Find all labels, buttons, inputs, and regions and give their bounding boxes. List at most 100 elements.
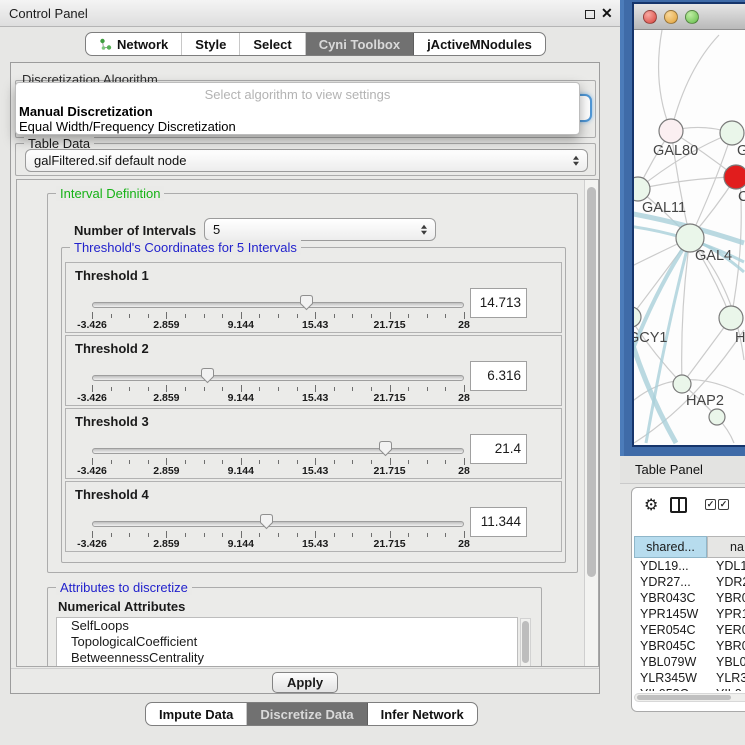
table-row[interactable]: YIL052CYIL0 xyxy=(632,686,745,691)
scale-label: 21.715 xyxy=(374,538,406,550)
list-item-topologicalcoefficient[interactable]: TopologicalCoefficient xyxy=(57,634,517,650)
number-of-intervals-combobox[interactable]: 5 xyxy=(204,218,436,241)
table-row[interactable]: YDR27...YDR2 xyxy=(632,574,745,590)
cell-name: YBL0 xyxy=(708,654,745,670)
threshold-label: Threshold 2 xyxy=(75,341,149,356)
scale-label: 15.43 xyxy=(302,465,328,477)
slider-thumb-icon[interactable] xyxy=(299,294,314,311)
network-view-canvas[interactable]: GAL80GACGAL11GAL4GCY1HHAP2 xyxy=(634,30,745,445)
tab-select[interactable]: Select xyxy=(240,33,305,55)
network-edge[interactable] xyxy=(638,177,736,189)
table-row[interactable]: YBR045CYBR0 xyxy=(632,638,745,654)
tab-jactivemnodules[interactable]: jActiveMNodules xyxy=(414,33,545,55)
table-row[interactable]: YBR043CYBR0 xyxy=(632,590,745,606)
slider-track[interactable] xyxy=(92,302,464,308)
attributes-list-scrollbar[interactable] xyxy=(520,618,531,667)
scale-label: 15.43 xyxy=(302,319,328,331)
float-window-icon[interactable] xyxy=(585,10,595,19)
table-row[interactable]: YPR145WYPR1 xyxy=(632,606,745,622)
dropdown-option-equal-width-frequency[interactable]: Equal Width/Frequency Discretization xyxy=(19,119,236,134)
slider-thumb-icon[interactable] xyxy=(259,513,274,530)
gear-icon[interactable]: ⚙ xyxy=(644,495,658,515)
list-item-betweennesscentrality[interactable]: BetweennessCentrality xyxy=(57,650,517,666)
apply-button[interactable]: Apply xyxy=(272,672,338,693)
threshold-value-box[interactable]: 11.344 xyxy=(470,507,527,537)
checkbox-icon[interactable]: ✓ xyxy=(718,499,729,510)
cell-shared-name: YPR145W xyxy=(632,606,708,622)
dropdown-option-manual-discretization[interactable]: Manual Discretization xyxy=(19,104,153,119)
threshold-value-box[interactable]: 21.4 xyxy=(470,434,527,464)
tick-mark xyxy=(222,460,223,464)
node-label: H xyxy=(735,330,745,346)
list-item-selfloops[interactable]: SelfLoops xyxy=(57,618,517,634)
numerical-attributes-list[interactable]: SelfLoopsTopologicalCoefficientBetweenne… xyxy=(56,617,518,667)
mac-close-icon[interactable] xyxy=(643,10,657,24)
network-node-h[interactable] xyxy=(719,306,743,330)
mac-minimize-icon[interactable] xyxy=(664,10,678,24)
checkbox-icon[interactable]: ✓ xyxy=(705,499,716,510)
threshold-value-box[interactable]: 6.316 xyxy=(470,361,527,391)
threshold-value-box[interactable]: 14.713 xyxy=(470,288,527,318)
network-node-gal80[interactable] xyxy=(659,119,683,143)
table-row[interactable]: YDL19...YDL1 xyxy=(632,558,745,574)
tick-mark xyxy=(166,312,167,319)
tab-impute-data[interactable]: Impute Data xyxy=(146,703,247,725)
network-node-c[interactable] xyxy=(724,165,745,189)
table-horizontal-scrollbar[interactable] xyxy=(634,693,745,702)
slider-track[interactable] xyxy=(92,375,464,381)
slider-thumb-icon[interactable] xyxy=(200,367,215,384)
column-header-shared[interactable]: shared... xyxy=(634,536,707,558)
tick-mark xyxy=(371,533,372,537)
tick-mark xyxy=(334,387,335,391)
cell-shared-name: YBR043C xyxy=(632,590,708,606)
network-edge[interactable] xyxy=(659,30,671,131)
network-node-gcy1[interactable] xyxy=(634,307,641,327)
tick-mark xyxy=(111,533,112,537)
network-edge[interactable] xyxy=(671,35,719,131)
tick-mark xyxy=(297,460,298,464)
network-node-ga[interactable] xyxy=(720,121,744,145)
tick-mark xyxy=(427,387,428,391)
scale-label: -3.426 xyxy=(77,538,107,550)
tab-style[interactable]: Style xyxy=(182,33,240,55)
node-label: GA xyxy=(737,143,745,159)
tick-mark xyxy=(241,531,242,538)
tick-mark xyxy=(166,458,167,465)
thresholds-group: Threshold's Coordinates for 5 Intervals … xyxy=(61,247,566,563)
tick-mark xyxy=(334,314,335,318)
table-row[interactable]: YLR345WYLR3 xyxy=(632,670,745,686)
table-data-combobox[interactable]: galFiltered.sif default node xyxy=(25,149,588,172)
slider-thumb-icon[interactable] xyxy=(378,440,393,457)
tick-mark xyxy=(278,387,279,391)
mac-zoom-icon[interactable] xyxy=(685,10,699,24)
network-window-titlebar[interactable] xyxy=(634,4,745,30)
table-row[interactable]: YER054CYER0 xyxy=(632,622,745,638)
settings-vertical-scrollbar[interactable] xyxy=(584,180,598,666)
tab-cyni-toolbox[interactable]: Cyni Toolbox xyxy=(306,33,414,55)
table-row[interactable]: YBL079WYBL0 xyxy=(632,654,745,670)
tab-infer-network[interactable]: Infer Network xyxy=(368,703,477,725)
tab-network[interactable]: Network xyxy=(86,33,182,55)
split-pane-icon[interactable] xyxy=(670,497,687,513)
tick-mark xyxy=(148,460,149,464)
tick-mark xyxy=(129,314,130,318)
node-label: GCY1 xyxy=(634,330,668,346)
scale-label: 28 xyxy=(458,538,470,550)
tab-discretize-data[interactable]: Discretize Data xyxy=(247,703,367,725)
slider-track[interactable] xyxy=(92,448,464,454)
network-node[interactable] xyxy=(709,409,725,425)
cell-shared-name: YLR345W xyxy=(632,670,708,686)
column-header-name[interactable]: na xyxy=(707,536,745,558)
tick-mark xyxy=(464,531,465,538)
network-node-hap2[interactable] xyxy=(673,375,691,393)
tick-mark xyxy=(241,458,242,465)
attributes-group-title: Attributes to discretize xyxy=(56,580,192,595)
threshold-row-threshold-1: Threshold 1-3.4262.8599.14415.4321.71528… xyxy=(65,262,562,333)
tick-mark xyxy=(204,460,205,464)
panel-title: Control Panel xyxy=(9,6,88,21)
tick-mark xyxy=(334,533,335,537)
threshold-row-threshold-3: Threshold 3-3.4262.8599.14415.4321.71528… xyxy=(65,408,562,479)
scale-label: 9.144 xyxy=(228,465,254,477)
close-icon[interactable]: ✕ xyxy=(601,4,613,22)
slider-track[interactable] xyxy=(92,521,464,527)
